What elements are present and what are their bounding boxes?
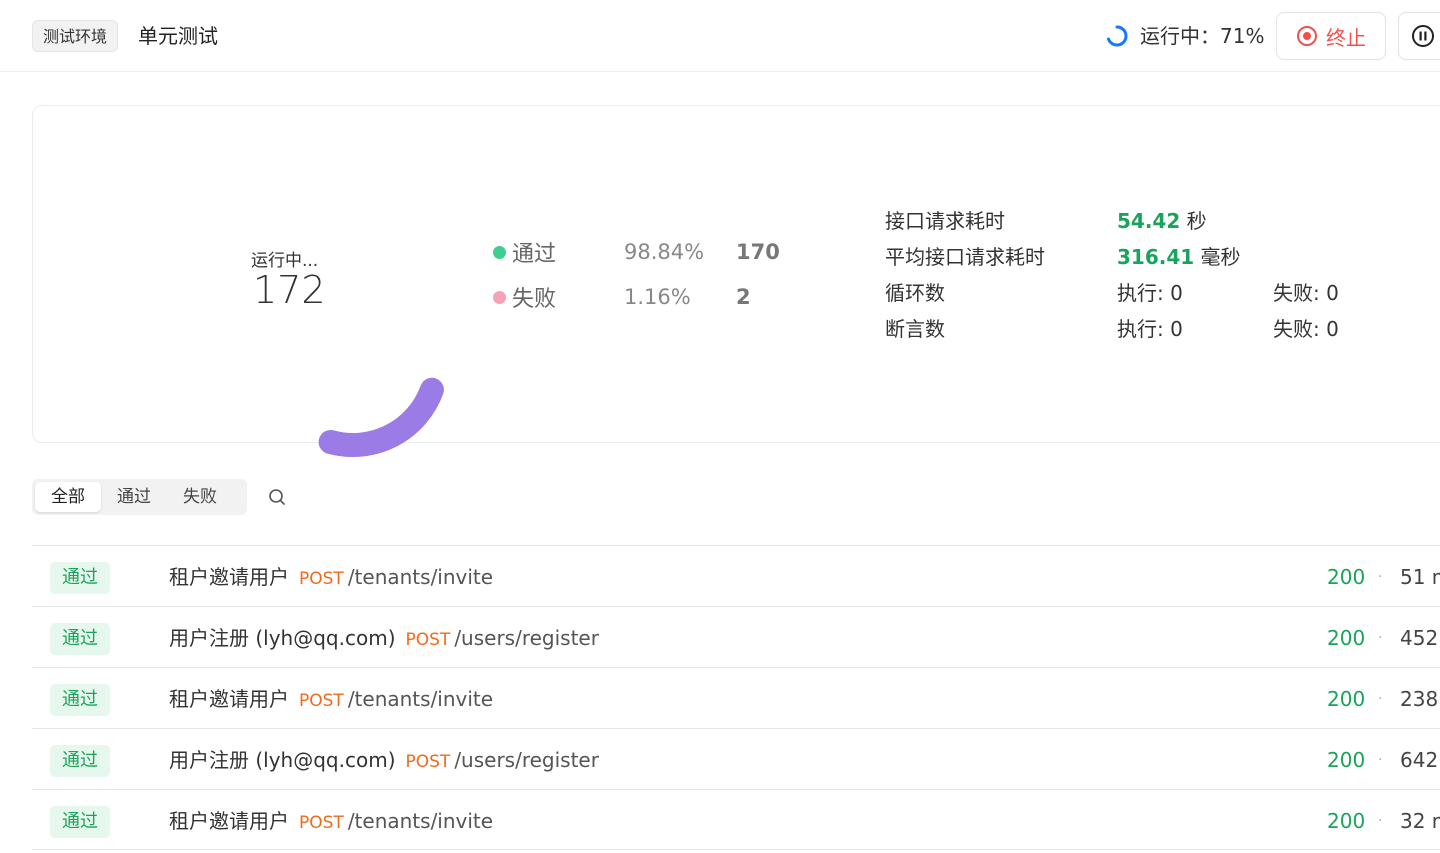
tab-fail[interactable]: 失败 <box>167 482 233 512</box>
separator-dot: · <box>1378 691 1383 707</box>
result-row[interactable]: 通过 用户注册 (lyh@qq.com) POST/users/register 20… <box>32 606 1440 667</box>
status-badge: 通过 <box>50 684 110 716</box>
request-title: 租户邀请用户 <box>169 565 289 589</box>
request-path: /tenants/invite <box>347 809 494 833</box>
avg-time-value: 316.41 毫秒 <box>1117 243 1241 271</box>
request-name: 租户邀请用户 POST/tenants/invite <box>169 562 493 594</box>
response-time: 642 <box>1400 748 1439 772</box>
request-time-value: 54.42 秒 <box>1117 207 1207 235</box>
legend-fail-count: 2 <box>736 285 751 309</box>
pause-button[interactable] <box>1398 12 1440 60</box>
assert-fail-value: 失败: 0 <box>1273 317 1339 341</box>
environment-tag[interactable]: 测试环境 <box>32 20 119 52</box>
loop-fail-value: 失败: 0 <box>1273 281 1339 305</box>
request-name: 用户注册 (lyh@qq.com) POST/users/register <box>169 745 599 777</box>
result-row[interactable]: 通过 租户邀请用户 POST/tenants/invite 200 · 32 m <box>32 789 1440 850</box>
response-time: 238 <box>1400 687 1439 711</box>
http-method: POST <box>299 569 344 589</box>
request-path: /users/register <box>454 626 599 650</box>
separator-dot: · <box>1378 630 1383 646</box>
status-badge: 通过 <box>50 623 110 655</box>
avg-time-unit: 毫秒 <box>1200 245 1241 269</box>
assert-exec-value: 执行: 0 <box>1117 317 1183 341</box>
pause-icon <box>1412 25 1434 47</box>
search-icon[interactable] <box>267 487 287 507</box>
http-method: POST <box>405 630 451 650</box>
result-list: 通过租户邀请用户POST/tenants/invite200·51 m通过用户注… <box>32 545 1440 850</box>
request-title: 用户注册 (lyh@qq.com) <box>169 748 396 772</box>
tab-all[interactable]: 全部 <box>35 482 101 512</box>
request-time-unit: 秒 <box>1186 209 1207 233</box>
avg-time-number: 316.41 <box>1117 245 1195 269</box>
response-code: 200 <box>1327 687 1366 711</box>
status-badge: 通过 <box>50 562 110 594</box>
request-path: /users/register <box>454 748 599 772</box>
separator-dot: · <box>1378 813 1383 829</box>
request-path: /tenants/invite <box>347 565 494 589</box>
run-progress-status: 运行中：71% <box>1140 24 1265 48</box>
response-time: 452 <box>1400 626 1439 650</box>
avg-time-label: 平均接口请求耗时 <box>885 245 1045 269</box>
request-name: 用户注册 (lyh@qq.com) POST/users/register <box>169 623 599 655</box>
response-code: 200 <box>1327 565 1366 589</box>
response-code: 200 <box>1327 809 1366 833</box>
request-title: 租户邀请用户 <box>169 687 289 711</box>
assert-count-label: 断言数 <box>885 317 945 341</box>
stop-icon <box>1297 26 1317 46</box>
progress-arc <box>318 377 444 458</box>
tab-pass[interactable]: 通过 <box>101 482 167 512</box>
http-method: POST <box>299 691 344 711</box>
donut-total-count: 172 <box>253 268 326 312</box>
response-code: 200 <box>1327 748 1366 772</box>
legend-pass-row: 通过 98.84% 170 <box>493 236 780 268</box>
pass-dot-icon <box>493 245 506 259</box>
response-time: 32 m <box>1400 809 1440 833</box>
loop-exec-value: 执行: 0 <box>1117 281 1183 305</box>
loading-spinner-icon <box>1107 25 1128 47</box>
legend-pass-percent: 98.84% <box>624 240 705 264</box>
request-title: 租户邀请用户 <box>169 809 289 833</box>
legend-fail-percent: 1.16% <box>624 285 691 309</box>
request-time-number: 54.42 <box>1117 209 1181 233</box>
fail-dot-icon <box>493 290 506 304</box>
result-row[interactable]: 通过 租户邀请用户 POST/tenants/invite 200 · 238 <box>32 667 1440 728</box>
page-title: 单元测试 <box>138 24 218 48</box>
legend-fail-row: 失败 1.16% 2 <box>493 281 751 313</box>
request-time-label: 接口请求耗时 <box>885 209 1005 233</box>
result-row[interactable]: 通过 用户注册 (lyh@qq.com) POST/users/register 20… <box>32 728 1440 789</box>
separator-dot: · <box>1378 752 1383 768</box>
response-code: 200 <box>1327 626 1366 650</box>
separator-dot: · <box>1378 569 1383 585</box>
request-name: 租户邀请用户 POST/tenants/invite <box>169 806 493 838</box>
stop-button[interactable]: 终止 <box>1276 12 1386 60</box>
loop-count-label: 循环数 <box>885 281 945 305</box>
legend-fail-name: 失败 <box>512 287 557 312</box>
stop-button-label: 终止 <box>1326 25 1366 50</box>
result-row[interactable]: 通过 租户邀请用户 POST/tenants/invite 200 · 51 m <box>32 545 1440 606</box>
http-method: POST <box>299 813 344 833</box>
request-path: /tenants/invite <box>347 687 494 711</box>
top-bar: 测试环境 单元测试 运行中：71% 终止 <box>0 0 1440 72</box>
request-name: 租户邀请用户 POST/tenants/invite <box>169 684 493 716</box>
result-filter-tabs: 全部 通过 失败 <box>32 479 247 515</box>
legend-pass-name: 通过 <box>512 242 557 267</box>
status-badge: 通过 <box>50 806 110 838</box>
response-time: 51 m <box>1400 565 1440 589</box>
legend-pass-count: 170 <box>736 240 780 264</box>
summary-card: 运行中... 172 通过 98.84% 170 失败 1.16% 2 接口请求… <box>32 105 1440 458</box>
request-title: 用户注册 (lyh@qq.com) <box>169 626 396 650</box>
status-badge: 通过 <box>50 745 110 777</box>
http-method: POST <box>405 752 451 772</box>
